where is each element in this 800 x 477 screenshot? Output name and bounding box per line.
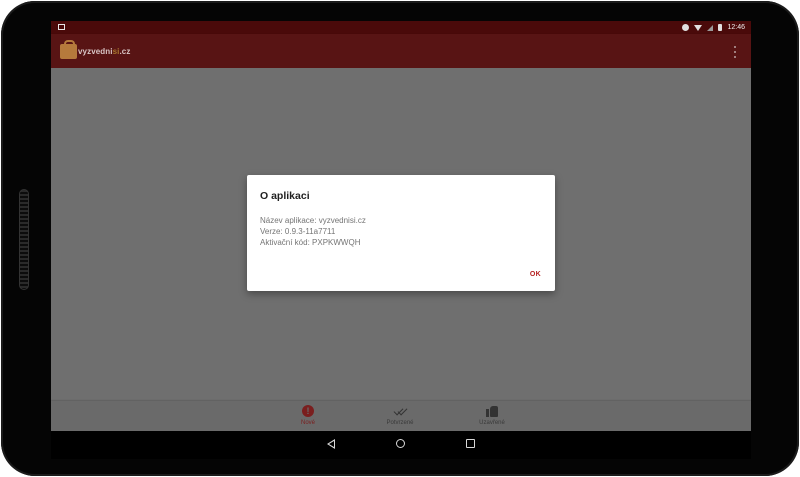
side-button bbox=[19, 189, 29, 290]
system-navigation-bar bbox=[51, 431, 751, 459]
status-icons: 12:46 bbox=[682, 22, 745, 33]
back-icon[interactable] bbox=[327, 439, 335, 449]
do-not-disturb-icon bbox=[682, 24, 690, 31]
battery-icon bbox=[718, 24, 723, 31]
app-logo: vyzvednisi.cz bbox=[60, 39, 130, 61]
more-vert-icon[interactable] bbox=[734, 46, 737, 58]
double-check-icon bbox=[393, 405, 407, 417]
nav-item-confirmed[interactable]: Potvrzené bbox=[365, 405, 435, 429]
dialog-title: O aplikaci bbox=[260, 190, 310, 202]
app-name-line: Název aplikace: vyzvednisi.cz bbox=[260, 216, 366, 225]
dialog-body: Název aplikace: vyzvednisi.cz Verze: 0.9… bbox=[260, 215, 366, 248]
nav-item-new[interactable]: ! Nové bbox=[273, 405, 343, 429]
bottom-navigation: ! Nové Potvrzené Uzavřené bbox=[51, 401, 751, 431]
shopping-bag-icon bbox=[60, 39, 77, 59]
nav-item-label: Nové bbox=[300, 420, 315, 426]
activation-code-line: Aktivační kód: PXPKWWQH bbox=[260, 238, 361, 247]
tablet-frame: 12:46 vyzvednisi.cz ! Nové Potvrzené Uza… bbox=[1, 1, 799, 476]
ok-button[interactable]: OK bbox=[530, 271, 541, 278]
home-icon[interactable] bbox=[396, 439, 405, 448]
status-time: 12:46 bbox=[727, 24, 745, 31]
recents-icon[interactable] bbox=[466, 439, 475, 448]
logo-text-suffix: .cz bbox=[119, 46, 131, 56]
app-bar: vyzvednisi.cz bbox=[51, 34, 751, 68]
nav-item-label: Uzavřené bbox=[479, 420, 505, 426]
nav-item-label: Potvrzené bbox=[386, 420, 414, 426]
nav-item-closed[interactable]: Uzavřené bbox=[457, 405, 527, 429]
wifi-icon bbox=[694, 24, 703, 31]
status-bar: 12:46 bbox=[51, 21, 751, 34]
alert-icon: ! bbox=[302, 405, 314, 417]
screen: 12:46 vyzvednisi.cz ! Nové Potvrzené Uza… bbox=[51, 21, 751, 459]
logo-text: vyzvednisi.cz bbox=[78, 47, 130, 56]
thumb-up-icon bbox=[486, 405, 498, 417]
signal-icon bbox=[707, 24, 714, 31]
about-dialog: O aplikaci Název aplikace: vyzvednisi.cz… bbox=[247, 175, 555, 291]
logo-text-main: vyzvedni bbox=[78, 46, 113, 56]
image-notification-icon bbox=[58, 24, 65, 30]
version-line: Verze: 0.9.3-11a7711 bbox=[260, 227, 336, 236]
